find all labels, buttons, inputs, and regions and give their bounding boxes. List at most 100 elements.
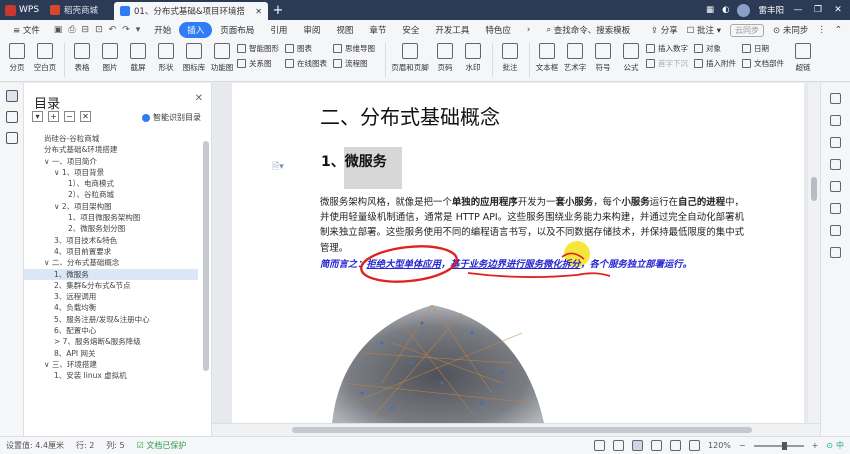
wordart-button[interactable]: 艺术字 xyxy=(562,43,588,73)
symbol-button[interactable]: 符号 xyxy=(590,43,616,73)
toc-item[interactable]: 4、负载均衡 xyxy=(24,302,198,313)
cloud-sync-button[interactable]: 云同步 xyxy=(730,23,765,37)
zoom-in-button[interactable]: + xyxy=(812,441,819,450)
remove-heading-icon[interactable]: − xyxy=(64,111,75,122)
restore-icon[interactable]: ❐ xyxy=(812,5,824,15)
toc-scrollbar[interactable] xyxy=(203,133,209,413)
delete-icon[interactable]: ✕ xyxy=(80,111,91,122)
close-window-icon[interactable]: ✕ xyxy=(832,5,844,15)
horizontal-scrollbar[interactable] xyxy=(212,423,820,436)
picture-button[interactable]: 图片 xyxy=(97,43,123,73)
toc-item[interactable]: 6、配置中心 xyxy=(24,325,198,336)
online-chart-button[interactable]: 在线图表 xyxy=(285,58,327,69)
more-options-icon[interactable]: ⋮ xyxy=(817,25,826,35)
toc-item[interactable]: 3、项目技术&特色 xyxy=(24,235,198,246)
wps-menu-button[interactable]: WPS xyxy=(0,0,44,20)
new-tab-button[interactable]: + xyxy=(268,3,288,18)
toc-item[interactable]: 1）、电商模式 xyxy=(24,178,198,189)
collapse-ribbon-icon[interactable]: ⌃ xyxy=(835,25,842,35)
redo-icon[interactable]: ↷ xyxy=(122,25,130,35)
zoom-slider[interactable] xyxy=(753,441,804,450)
share-button[interactable]: ⇪ 分享 xyxy=(651,24,678,36)
export-icon[interactable]: ⎙ xyxy=(68,25,75,35)
tools-icon[interactable] xyxy=(830,225,841,236)
watermark-button[interactable]: 水印 xyxy=(460,43,486,73)
toc-item[interactable]: 2）、谷粒商城 xyxy=(24,189,198,200)
function-chart-button[interactable]: 功能图 xyxy=(209,43,235,73)
blank-page-button[interactable]: 空白页 xyxy=(32,43,58,73)
eye-icon[interactable] xyxy=(594,440,606,451)
undo-icon[interactable]: ↶ xyxy=(109,25,117,35)
toc-panel-icon[interactable] xyxy=(6,90,18,102)
preview-icon[interactable]: ⊡ xyxy=(95,25,103,35)
mindmap-button[interactable]: 思维导图 xyxy=(333,43,375,54)
page-view-icon[interactable] xyxy=(632,440,644,451)
zoom-level[interactable]: 120% xyxy=(708,441,731,450)
toc-item[interactable]: 1、微服务 xyxy=(24,268,198,280)
format-icon[interactable] xyxy=(830,137,841,148)
toc-item[interactable]: 1、项目微服务架构图 xyxy=(24,212,198,223)
share-side-icon[interactable] xyxy=(830,181,841,192)
annotate-button[interactable]: ☐ 批注 ▾ xyxy=(687,24,721,36)
toc-scroll-thumb[interactable] xyxy=(203,141,209,371)
minimize-icon[interactable]: — xyxy=(792,5,804,15)
save-icon[interactable]: ▣ xyxy=(54,25,63,35)
menu-more[interactable]: › xyxy=(519,22,538,38)
textbox-button[interactable]: 文本框 xyxy=(534,43,560,73)
bookmark-icon[interactable] xyxy=(6,132,18,144)
close-tab-icon[interactable]: ✕ xyxy=(255,7,262,16)
skin-icon[interactable]: ◐ xyxy=(722,5,729,15)
translate-icon[interactable] xyxy=(830,159,841,170)
vertical-scroll-thumb[interactable] xyxy=(811,177,817,201)
style-icon[interactable] xyxy=(830,93,841,104)
file-menu[interactable]: ≡ 文件 xyxy=(5,22,48,38)
toc-item[interactable]: > 7、服务熔断&服务降级 xyxy=(24,336,198,347)
toc-item[interactable]: 3、远程调用 xyxy=(24,291,198,302)
hyperlink-button[interactable]: 超链 xyxy=(790,43,816,73)
toc-item[interactable]: ∨ 2、项目架构图 xyxy=(24,201,198,212)
horizontal-scroll-thumb[interactable] xyxy=(292,427,752,433)
toc-item[interactable]: 2、集群&分布式&节点 xyxy=(24,280,198,291)
ime-indicator[interactable]: ⊙ 中 xyxy=(826,440,844,451)
menu-home[interactable]: 开始 xyxy=(146,22,179,38)
menu-view[interactable]: 视图 xyxy=(328,22,361,38)
menu-special[interactable]: 特色应 xyxy=(477,22,519,38)
drop-cap-button[interactable]: 首字下沉 xyxy=(646,58,688,69)
read-view-icon[interactable] xyxy=(689,440,701,451)
outline-icon[interactable] xyxy=(6,111,18,123)
dropdown-icon[interactable]: ▾ xyxy=(136,25,141,35)
zoom-knob[interactable] xyxy=(781,441,787,450)
user-name[interactable]: 雷丰阳 xyxy=(758,4,784,16)
flowchart-button[interactable]: 流程图 xyxy=(333,58,375,69)
toc-item[interactable]: 尚硅谷-谷粒商城 xyxy=(24,133,198,144)
object-button[interactable]: 对象 xyxy=(694,43,736,54)
protect-status[interactable]: ☑ 文档已保护 xyxy=(137,440,187,451)
chart-button[interactable]: 图表 xyxy=(285,43,327,54)
menu-developer[interactable]: 开发工具 xyxy=(427,22,477,38)
formula-button[interactable]: 公式 xyxy=(618,43,644,73)
menu-layout[interactable]: 页面布局 xyxy=(212,22,262,38)
toc-item[interactable]: ∨ 三、环境搭建 xyxy=(24,359,198,370)
page-break-button[interactable]: 分页 xyxy=(4,43,30,73)
history-icon[interactable] xyxy=(830,203,841,214)
page-number-button[interactable]: 页码 xyxy=(432,43,458,73)
vertical-scrollbar[interactable] xyxy=(808,83,820,423)
toc-item[interactable]: 4、项目前置要求 xyxy=(24,246,198,257)
unsynced-status[interactable]: ⊙ 未同步 xyxy=(773,24,808,36)
web-view-icon[interactable] xyxy=(651,440,663,451)
outline-view-icon[interactable] xyxy=(670,440,682,451)
document-area[interactable]: 二、分布式基础概念 🗎▾ 1、微服务 微服务架构风格，就像是把一个单独的应用程序… xyxy=(212,83,820,423)
toc-item[interactable]: ∨ 二、分布式基础概念 xyxy=(24,257,198,268)
layout-icon[interactable] xyxy=(613,440,625,451)
menu-insert[interactable]: 插入 xyxy=(179,22,213,38)
comment-button[interactable]: 批注 xyxy=(497,43,523,73)
expand-all-icon[interactable]: ▾ xyxy=(32,111,43,122)
select-icon[interactable] xyxy=(830,115,841,126)
smart-graphic-button[interactable]: 智能图形 xyxy=(237,43,279,54)
print-icon[interactable]: ⊟ xyxy=(82,25,90,35)
relation-chart-button[interactable]: 关系图 xyxy=(237,58,279,69)
command-search[interactable]: ⌕ 查找命令、搜索模板 xyxy=(538,22,638,38)
zoom-out-button[interactable]: − xyxy=(739,441,746,450)
tab-document[interactable]: 01、分布式基础&项目环境搭建 ✕ xyxy=(114,2,268,20)
menu-review[interactable]: 审阅 xyxy=(295,22,328,38)
